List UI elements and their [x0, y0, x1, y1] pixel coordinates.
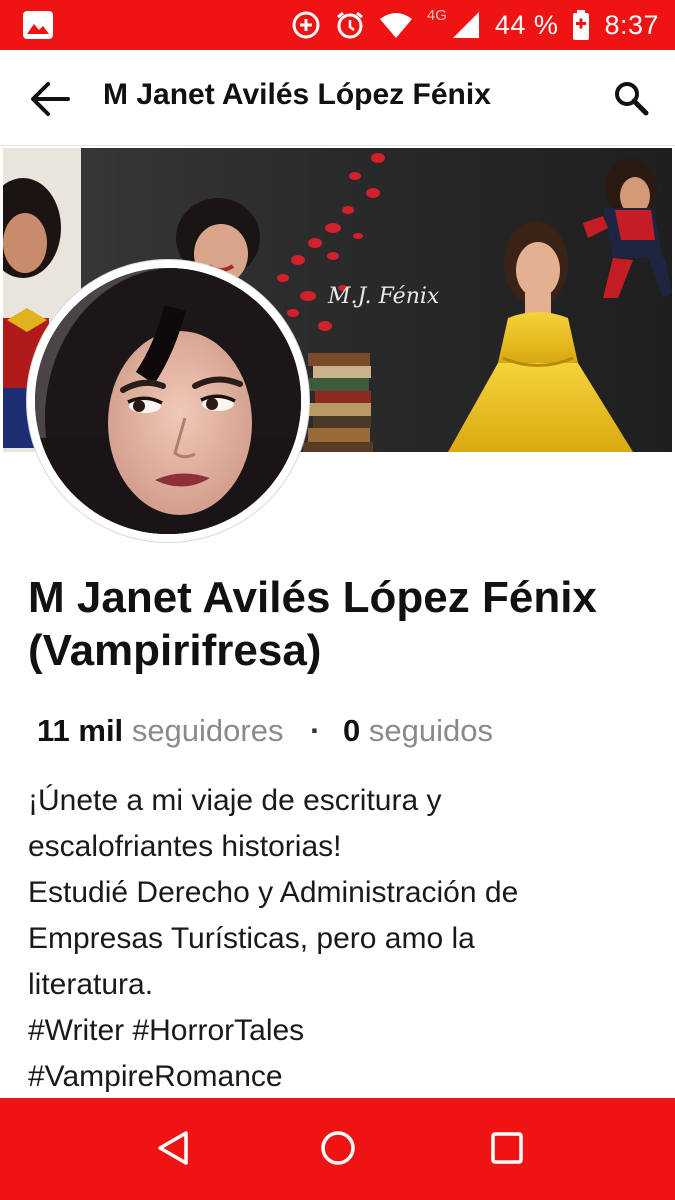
bio-line: Estudié Derecho y Administración de: [28, 876, 519, 909]
bio-line: literatura.: [28, 968, 154, 1001]
profile-name: M Janet Avilés López Fénix (Vampirifresa…: [28, 572, 673, 678]
bio-line: ¡Únete a mi viaje de escritura y: [28, 784, 442, 817]
data-saver-icon: [292, 11, 320, 39]
battery-percent: 44 %: [494, 9, 559, 40]
bio-hashtags[interactable]: #Writer #HorrorTales: [28, 1008, 668, 1054]
battery-charging-icon: [573, 10, 590, 40]
profile-name-line-2: (Vampirifresa): [28, 625, 322, 675]
signal-icon: [452, 12, 479, 38]
stats-separator: ·: [310, 713, 321, 748]
follow-stats: 11 mil seguidores · 0 seguidos: [37, 713, 493, 749]
wifi-icon: [379, 13, 412, 38]
bio-line: Empresas Turísticas, pero amo la: [28, 922, 475, 955]
followers-count: 11 mil: [37, 713, 124, 748]
followers-label: seguidores: [131, 713, 284, 748]
bio-line: escalofriantes historias!: [28, 830, 342, 863]
search-icon[interactable]: [613, 80, 649, 116]
system-nav-bar: [0, 1098, 675, 1200]
bio-hashtags[interactable]: #VampireRomance: [28, 1054, 668, 1100]
network-type: 4G: [426, 6, 447, 24]
page-title: M Janet Avilés López Fénix: [103, 78, 491, 111]
arrow-left-icon[interactable]: [26, 76, 72, 122]
following-link[interactable]: 0 seguidos: [343, 713, 493, 748]
back-triangle-icon[interactable]: [153, 1128, 193, 1168]
cover-signature: M.J. Fénix: [327, 284, 440, 309]
screen: 4G 44 % 8:37 M Janet Avilés López Fénix: [0, 0, 675, 1200]
avatar-photo: [35, 268, 301, 534]
profile-bio: ¡Únete a mi viaje de escritura y escalof…: [28, 778, 668, 1100]
profile-name-line-1: M Janet Avilés López Fénix: [28, 573, 597, 622]
recents-square-icon[interactable]: [487, 1128, 527, 1168]
app-bar: M Janet Avilés López Fénix: [0, 50, 675, 146]
following-count: 0: [343, 713, 361, 748]
avatar[interactable]: [35, 268, 301, 534]
home-circle-icon[interactable]: [318, 1128, 358, 1168]
following-label: seguidos: [368, 713, 494, 748]
clock: 8:37: [604, 9, 659, 40]
status-bar: 4G 44 % 8:37: [0, 0, 675, 50]
alarm-icon: [336, 11, 363, 39]
followers-link[interactable]: 11 mil seguidores: [37, 713, 292, 748]
image-icon: [23, 11, 53, 39]
